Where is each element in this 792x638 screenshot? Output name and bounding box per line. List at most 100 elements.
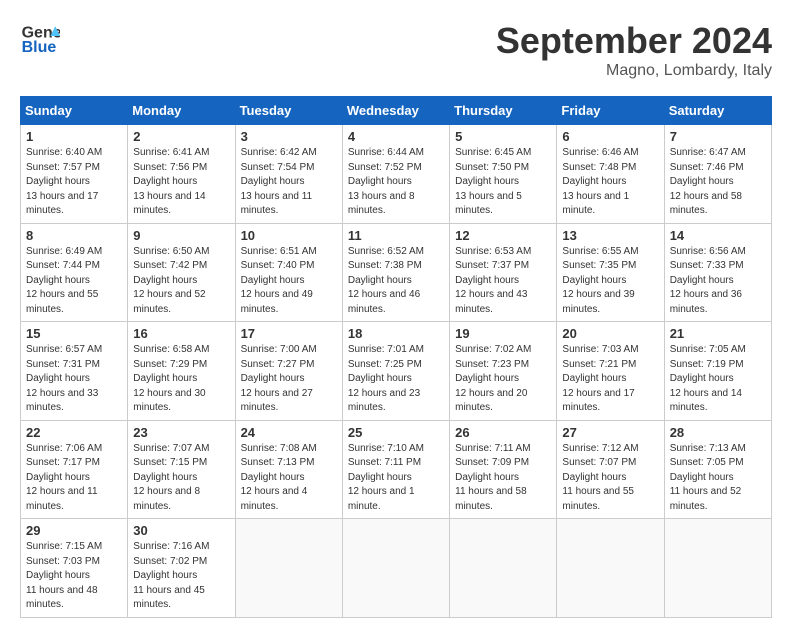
day-info: Sunrise: 7:07 AM Sunset: 7:15 PM Dayligh…: [133, 442, 229, 515]
calendar-day-21: 21 Sunrise: 7:05 AM Sunset: 7:19 PM Dayl…: [664, 322, 771, 421]
day-info: Sunrise: 6:56 AM Sunset: 7:33 PM Dayligh…: [670, 245, 766, 318]
calendar-week-3: 22 Sunrise: 7:06 AM Sunset: 7:17 PM Dayl…: [21, 420, 772, 519]
day-info: Sunrise: 7:12 AM Sunset: 7:07 PM Dayligh…: [562, 442, 658, 515]
calendar-day-23: 23 Sunrise: 7:07 AM Sunset: 7:15 PM Dayl…: [128, 420, 235, 519]
page-header: General Blue September 2024 Magno, Lomba…: [20, 20, 772, 80]
calendar-day-9: 9 Sunrise: 6:50 AM Sunset: 7:42 PM Dayli…: [128, 223, 235, 322]
calendar-day-1: 1 Sunrise: 6:40 AM Sunset: 7:57 PM Dayli…: [21, 125, 128, 224]
day-info: Sunrise: 7:08 AM Sunset: 7:13 PM Dayligh…: [241, 442, 337, 515]
calendar-week-4: 29 Sunrise: 7:15 AM Sunset: 7:03 PM Dayl…: [21, 519, 772, 618]
calendar-table: SundayMondayTuesdayWednesdayThursdayFrid…: [20, 96, 772, 618]
day-number: 7: [670, 129, 766, 144]
day-number: 27: [562, 425, 658, 440]
day-info: Sunrise: 7:03 AM Sunset: 7:21 PM Dayligh…: [562, 343, 658, 416]
weekday-header-tuesday: Tuesday: [235, 97, 342, 125]
calendar-day-12: 12 Sunrise: 6:53 AM Sunset: 7:37 PM Dayl…: [450, 223, 557, 322]
day-info: Sunrise: 7:00 AM Sunset: 7:27 PM Dayligh…: [241, 343, 337, 416]
calendar-day-empty: [450, 519, 557, 618]
calendar-day-29: 29 Sunrise: 7:15 AM Sunset: 7:03 PM Dayl…: [21, 519, 128, 618]
logo-icon: General Blue: [20, 20, 60, 60]
calendar-day-empty: [235, 519, 342, 618]
calendar-day-5: 5 Sunrise: 6:45 AM Sunset: 7:50 PM Dayli…: [450, 125, 557, 224]
day-number: 30: [133, 523, 229, 538]
day-info: Sunrise: 6:40 AM Sunset: 7:57 PM Dayligh…: [26, 146, 122, 219]
calendar-day-3: 3 Sunrise: 6:42 AM Sunset: 7:54 PM Dayli…: [235, 125, 342, 224]
calendar-day-22: 22 Sunrise: 7:06 AM Sunset: 7:17 PM Dayl…: [21, 420, 128, 519]
day-number: 13: [562, 228, 658, 243]
calendar-day-13: 13 Sunrise: 6:55 AM Sunset: 7:35 PM Dayl…: [557, 223, 664, 322]
calendar-day-18: 18 Sunrise: 7:01 AM Sunset: 7:25 PM Dayl…: [342, 322, 449, 421]
day-number: 17: [241, 326, 337, 341]
weekday-header-wednesday: Wednesday: [342, 97, 449, 125]
calendar-day-27: 27 Sunrise: 7:12 AM Sunset: 7:07 PM Dayl…: [557, 420, 664, 519]
day-info: Sunrise: 7:16 AM Sunset: 7:02 PM Dayligh…: [133, 540, 229, 613]
calendar-day-16: 16 Sunrise: 6:58 AM Sunset: 7:29 PM Dayl…: [128, 322, 235, 421]
calendar-week-2: 15 Sunrise: 6:57 AM Sunset: 7:31 PM Dayl…: [21, 322, 772, 421]
location-title: Magno, Lombardy, Italy: [496, 62, 772, 80]
day-number: 11: [348, 228, 444, 243]
calendar-day-2: 2 Sunrise: 6:41 AM Sunset: 7:56 PM Dayli…: [128, 125, 235, 224]
logo: General Blue: [20, 20, 60, 60]
day-info: Sunrise: 6:58 AM Sunset: 7:29 PM Dayligh…: [133, 343, 229, 416]
day-info: Sunrise: 6:53 AM Sunset: 7:37 PM Dayligh…: [455, 245, 551, 318]
day-number: 9: [133, 228, 229, 243]
day-info: Sunrise: 6:50 AM Sunset: 7:42 PM Dayligh…: [133, 245, 229, 318]
calendar-day-15: 15 Sunrise: 6:57 AM Sunset: 7:31 PM Dayl…: [21, 322, 128, 421]
day-info: Sunrise: 6:55 AM Sunset: 7:35 PM Dayligh…: [562, 245, 658, 318]
day-number: 19: [455, 326, 551, 341]
svg-text:Blue: Blue: [22, 39, 57, 56]
day-info: Sunrise: 6:46 AM Sunset: 7:48 PM Dayligh…: [562, 146, 658, 219]
calendar-day-4: 4 Sunrise: 6:44 AM Sunset: 7:52 PM Dayli…: [342, 125, 449, 224]
day-info: Sunrise: 7:13 AM Sunset: 7:05 PM Dayligh…: [670, 442, 766, 515]
calendar-day-empty: [557, 519, 664, 618]
day-number: 4: [348, 129, 444, 144]
weekday-header-monday: Monday: [128, 97, 235, 125]
day-info: Sunrise: 6:42 AM Sunset: 7:54 PM Dayligh…: [241, 146, 337, 219]
day-number: 21: [670, 326, 766, 341]
day-number: 14: [670, 228, 766, 243]
calendar-day-17: 17 Sunrise: 7:00 AM Sunset: 7:27 PM Dayl…: [235, 322, 342, 421]
day-number: 16: [133, 326, 229, 341]
day-number: 24: [241, 425, 337, 440]
day-info: Sunrise: 7:06 AM Sunset: 7:17 PM Dayligh…: [26, 442, 122, 515]
calendar-week-0: 1 Sunrise: 6:40 AM Sunset: 7:57 PM Dayli…: [21, 125, 772, 224]
day-info: Sunrise: 7:05 AM Sunset: 7:19 PM Dayligh…: [670, 343, 766, 416]
day-info: Sunrise: 6:47 AM Sunset: 7:46 PM Dayligh…: [670, 146, 766, 219]
day-number: 1: [26, 129, 122, 144]
calendar-day-empty: [664, 519, 771, 618]
calendar-day-7: 7 Sunrise: 6:47 AM Sunset: 7:46 PM Dayli…: [664, 125, 771, 224]
calendar-day-14: 14 Sunrise: 6:56 AM Sunset: 7:33 PM Dayl…: [664, 223, 771, 322]
day-number: 20: [562, 326, 658, 341]
day-info: Sunrise: 7:15 AM Sunset: 7:03 PM Dayligh…: [26, 540, 122, 613]
day-number: 29: [26, 523, 122, 538]
day-number: 5: [455, 129, 551, 144]
day-number: 8: [26, 228, 122, 243]
day-info: Sunrise: 7:10 AM Sunset: 7:11 PM Dayligh…: [348, 442, 444, 515]
calendar-day-8: 8 Sunrise: 6:49 AM Sunset: 7:44 PM Dayli…: [21, 223, 128, 322]
weekday-header-saturday: Saturday: [664, 97, 771, 125]
day-info: Sunrise: 6:49 AM Sunset: 7:44 PM Dayligh…: [26, 245, 122, 318]
day-number: 15: [26, 326, 122, 341]
calendar-day-28: 28 Sunrise: 7:13 AM Sunset: 7:05 PM Dayl…: [664, 420, 771, 519]
calendar-day-26: 26 Sunrise: 7:11 AM Sunset: 7:09 PM Dayl…: [450, 420, 557, 519]
weekday-header-sunday: Sunday: [21, 97, 128, 125]
weekday-header-friday: Friday: [557, 97, 664, 125]
day-number: 2: [133, 129, 229, 144]
calendar-day-6: 6 Sunrise: 6:46 AM Sunset: 7:48 PM Dayli…: [557, 125, 664, 224]
day-number: 12: [455, 228, 551, 243]
calendar-day-19: 19 Sunrise: 7:02 AM Sunset: 7:23 PM Dayl…: [450, 322, 557, 421]
day-info: Sunrise: 6:41 AM Sunset: 7:56 PM Dayligh…: [133, 146, 229, 219]
day-number: 23: [133, 425, 229, 440]
day-info: Sunrise: 7:11 AM Sunset: 7:09 PM Dayligh…: [455, 442, 551, 515]
calendar-day-empty: [342, 519, 449, 618]
day-number: 10: [241, 228, 337, 243]
day-number: 28: [670, 425, 766, 440]
day-info: Sunrise: 6:45 AM Sunset: 7:50 PM Dayligh…: [455, 146, 551, 219]
month-title: September 2024: [496, 20, 772, 62]
day-info: Sunrise: 6:44 AM Sunset: 7:52 PM Dayligh…: [348, 146, 444, 219]
day-info: Sunrise: 6:52 AM Sunset: 7:38 PM Dayligh…: [348, 245, 444, 318]
day-number: 3: [241, 129, 337, 144]
day-number: 22: [26, 425, 122, 440]
day-info: Sunrise: 6:57 AM Sunset: 7:31 PM Dayligh…: [26, 343, 122, 416]
day-number: 26: [455, 425, 551, 440]
